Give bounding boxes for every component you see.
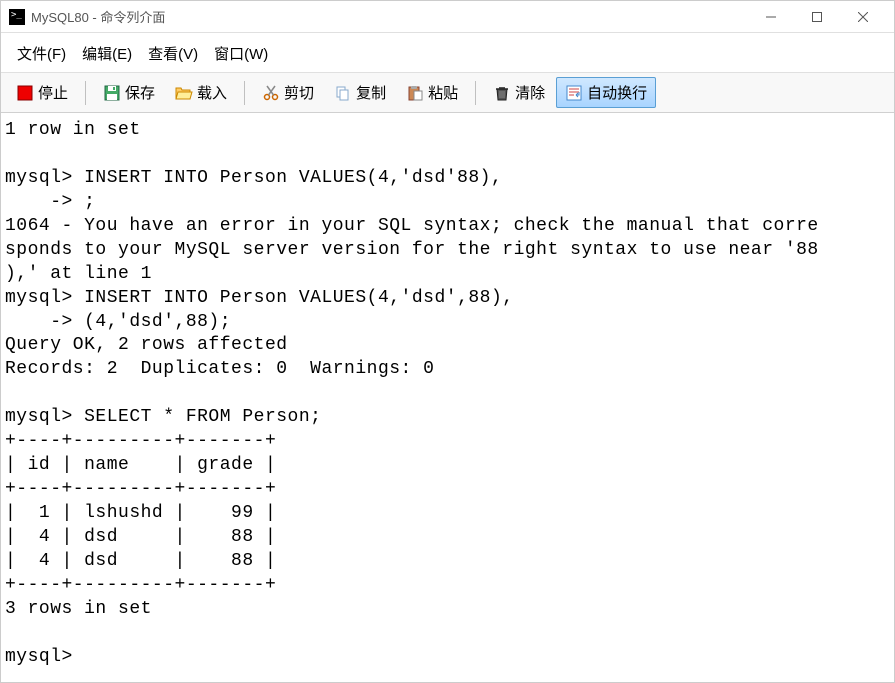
menu-edit[interactable]: 编辑(E) — [76, 41, 138, 66]
clipboard-icon — [406, 84, 424, 102]
trash-icon — [493, 84, 511, 102]
toolbar: 停止 保存 载入 剪切 复制 粘贴 清除 — [1, 73, 894, 113]
titlebar: MySQL80 - 命令列介面 — [1, 1, 894, 33]
stop-button[interactable]: 停止 — [7, 77, 77, 108]
separator — [475, 81, 476, 105]
menu-window[interactable]: 窗口(W) — [208, 41, 274, 66]
close-icon — [858, 12, 868, 22]
wordwrap-button[interactable]: 自动换行 — [556, 77, 656, 108]
stop-icon — [16, 84, 34, 102]
close-button[interactable] — [840, 2, 886, 32]
copy-label: 复制 — [356, 82, 386, 103]
clear-button[interactable]: 清除 — [484, 77, 554, 108]
window-title: MySQL80 - 命令列介面 — [31, 7, 748, 26]
separator — [244, 81, 245, 105]
maximize-button[interactable] — [794, 2, 840, 32]
save-icon — [103, 84, 121, 102]
load-label: 载入 — [197, 82, 227, 103]
save-label: 保存 — [125, 82, 155, 103]
separator — [85, 81, 86, 105]
cut-button[interactable]: 剪切 — [253, 77, 323, 108]
paste-label: 粘贴 — [428, 82, 458, 103]
folder-open-icon — [175, 84, 193, 102]
minimize-button[interactable] — [748, 2, 794, 32]
clear-label: 清除 — [515, 82, 545, 103]
copy-icon — [334, 84, 352, 102]
window-controls — [748, 2, 886, 32]
app-icon — [9, 9, 25, 25]
copy-button[interactable]: 复制 — [325, 77, 395, 108]
scissors-icon — [262, 84, 280, 102]
cut-label: 剪切 — [284, 82, 314, 103]
save-button[interactable]: 保存 — [94, 77, 164, 108]
wordwrap-icon — [565, 84, 583, 102]
wordwrap-label: 自动换行 — [587, 82, 647, 103]
menu-view[interactable]: 查看(V) — [142, 41, 204, 66]
minimize-icon — [766, 12, 776, 22]
maximize-icon — [812, 12, 822, 22]
console-output[interactable]: 1 row in set mysql> INSERT INTO Person V… — [1, 113, 894, 676]
load-button[interactable]: 载入 — [166, 77, 236, 108]
paste-button[interactable]: 粘贴 — [397, 77, 467, 108]
menu-file[interactable]: 文件(F) — [11, 41, 72, 66]
menubar: 文件(F) 编辑(E) 查看(V) 窗口(W) — [1, 33, 894, 73]
stop-label: 停止 — [38, 82, 68, 103]
